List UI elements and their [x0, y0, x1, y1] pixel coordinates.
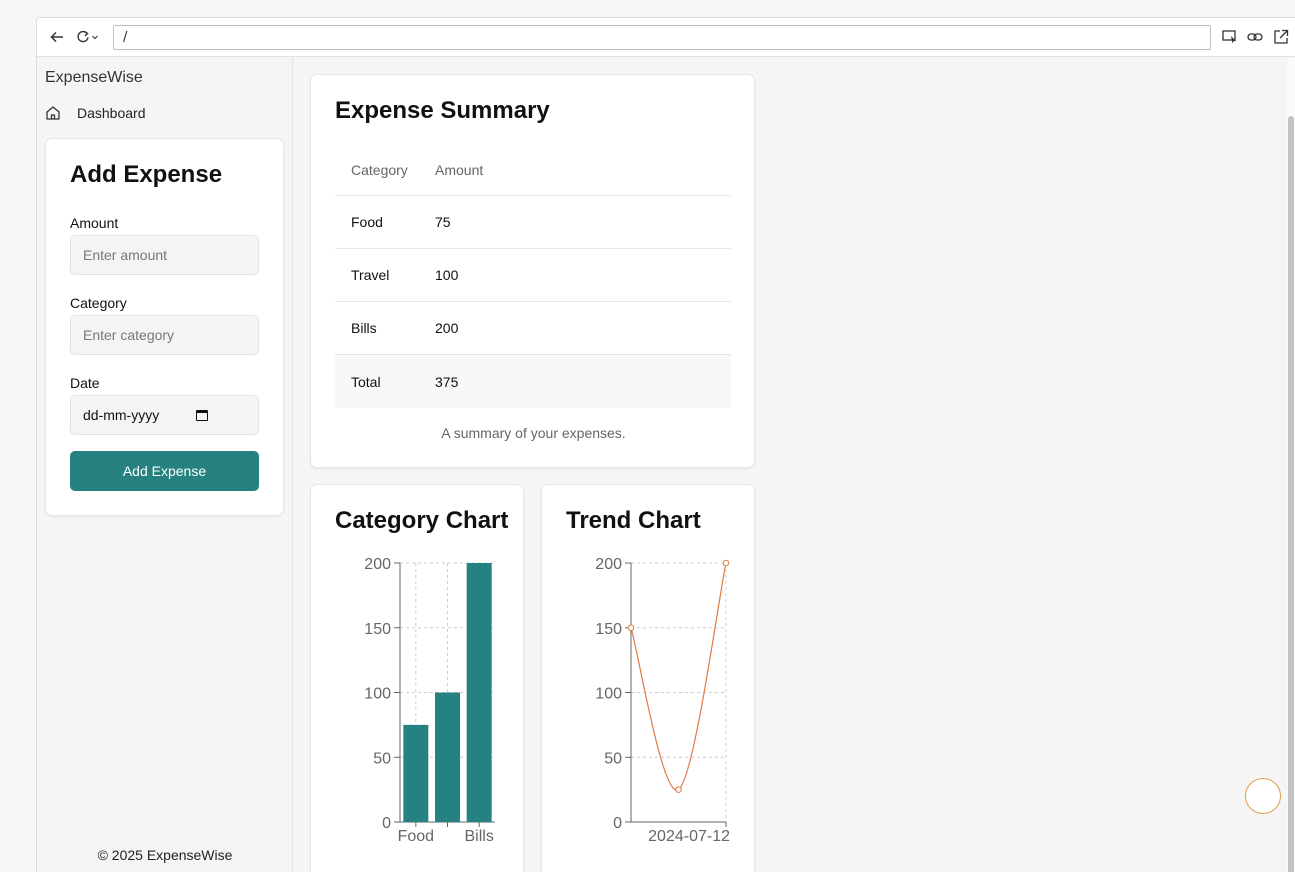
back-arrow-icon — [50, 31, 63, 43]
table-row: Travel 100 — [335, 249, 731, 302]
floating-help-button[interactable] — [1245, 778, 1281, 814]
amount-cell: 75 — [435, 214, 451, 230]
category-input[interactable]: Enter category — [70, 315, 259, 355]
trend-chart-y-tick-label: 100 — [595, 686, 622, 703]
add-expense-card: Add Expense Amount Enter amount Category… — [45, 138, 284, 516]
brand-logo[interactable]: ExpenseWise — [45, 69, 143, 87]
table-row: Bills 200 — [335, 302, 731, 355]
browser-toolbar: / — [37, 18, 1295, 57]
category-chart-card: Category Chart 0 50 100 150 200 Food Bills — [310, 484, 524, 872]
bar-bills — [466, 563, 492, 822]
category-label: Category — [70, 295, 127, 311]
add-expense-title: Add Expense — [70, 161, 223, 188]
expense-summary-table: Category Amount Food 75 Travel 100 Bills… — [335, 145, 731, 408]
amount-input[interactable]: Enter amount — [70, 235, 259, 275]
trend-chart-x-tick-label: 2024-07-12 — [648, 828, 730, 845]
trend-chart-y-tick-label: 150 — [595, 621, 622, 638]
category-chart-y-tick-label: 0 — [382, 815, 391, 832]
table-header-row: Category Amount — [335, 145, 731, 196]
category-cell: Bills — [351, 320, 377, 336]
category-chart: 0 50 100 150 200 Food Bills — [364, 556, 495, 845]
trend-chart: 0 50 100 150 200 2024-07-12 — [595, 556, 730, 845]
table-caption: A summary of your expenses. — [441, 425, 626, 441]
total-amount: 375 — [435, 373, 459, 390]
category-chart-y-tick-label: 150 — [364, 621, 391, 638]
sidebar-item-dashboard[interactable]: Dashboard — [45, 105, 146, 121]
browser-window: / ExpenseWise Dashboard Add Expense Amou… — [36, 17, 1295, 872]
link-icon — [1247, 33, 1263, 41]
calendar-icon[interactable] — [196, 409, 208, 421]
category-chart-x-tick-label: Food — [398, 828, 434, 845]
date-label: Date — [70, 375, 100, 391]
category-placeholder: Enter category — [83, 327, 175, 343]
category-chart-y-tick-label: 100 — [364, 686, 391, 703]
category-chart-y-tick-label: 50 — [373, 750, 391, 767]
column-header-category: Category — [351, 162, 408, 178]
back-button[interactable] — [46, 26, 68, 48]
column-header-amount: Amount — [435, 162, 484, 178]
amount-placeholder: Enter amount — [83, 247, 168, 263]
date-placeholder: dd-mm-yyyy — [83, 407, 160, 423]
table-total-row: Total 375 — [335, 355, 731, 408]
category-chart-y-tick-label: 200 — [364, 556, 391, 573]
scrollbar-thumb[interactable] — [1288, 116, 1294, 872]
table-row: Food 75 — [335, 196, 731, 249]
bar-travel — [435, 692, 460, 822]
copyright-footer: © 2025 ExpenseWise — [97, 847, 233, 863]
date-input[interactable]: dd-mm-yyyy — [70, 395, 259, 435]
url-input[interactable]: / — [113, 25, 1211, 50]
trend-chart-card: Trend Chart 0 50 100 150 200 2024-07-12 — [541, 484, 755, 872]
expense-summary-title: Expense Summary — [335, 97, 550, 124]
trend-chart-y-tick-label: 200 — [595, 556, 622, 573]
add-expense-button[interactable]: Add Expense — [70, 451, 259, 491]
sidebar: ExpenseWise Dashboard Add Expense Amount… — [37, 58, 293, 872]
total-label: Total — [351, 373, 381, 390]
category-cell: Food — [351, 214, 383, 230]
trend-data-point — [675, 786, 682, 793]
open-external-button[interactable] — [1271, 26, 1291, 48]
trend-series-line — [630, 562, 727, 791]
home-icon — [46, 106, 60, 120]
amount-label: Amount — [70, 215, 119, 231]
inspect-button[interactable] — [1220, 26, 1240, 48]
trend-chart-y-tick-label: 0 — [613, 815, 622, 832]
amount-cell: 200 — [435, 320, 459, 336]
category-cell: Travel — [351, 267, 390, 283]
external-link-icon — [1274, 29, 1289, 44]
reload-button[interactable] — [73, 26, 103, 48]
trend-data-point — [722, 559, 730, 567]
amount-cell: 100 — [435, 267, 459, 283]
expense-summary-card: Expense Summary Category Amount Food 75 … — [310, 74, 755, 468]
category-chart-x-tick-label: Bills — [464, 828, 493, 845]
link-button[interactable] — [1245, 26, 1265, 48]
sidebar-item-label: Dashboard — [77, 105, 146, 121]
trend-chart-y-tick-label: 50 — [604, 750, 622, 767]
trend-data-point — [627, 624, 635, 632]
page-scrollbar[interactable] — [1287, 58, 1295, 872]
app-root: ExpenseWise Dashboard Add Expense Amount… — [37, 58, 1295, 872]
inspect-icon — [1222, 30, 1236, 44]
reload-icon — [77, 30, 98, 43]
bar-food — [403, 724, 429, 822]
